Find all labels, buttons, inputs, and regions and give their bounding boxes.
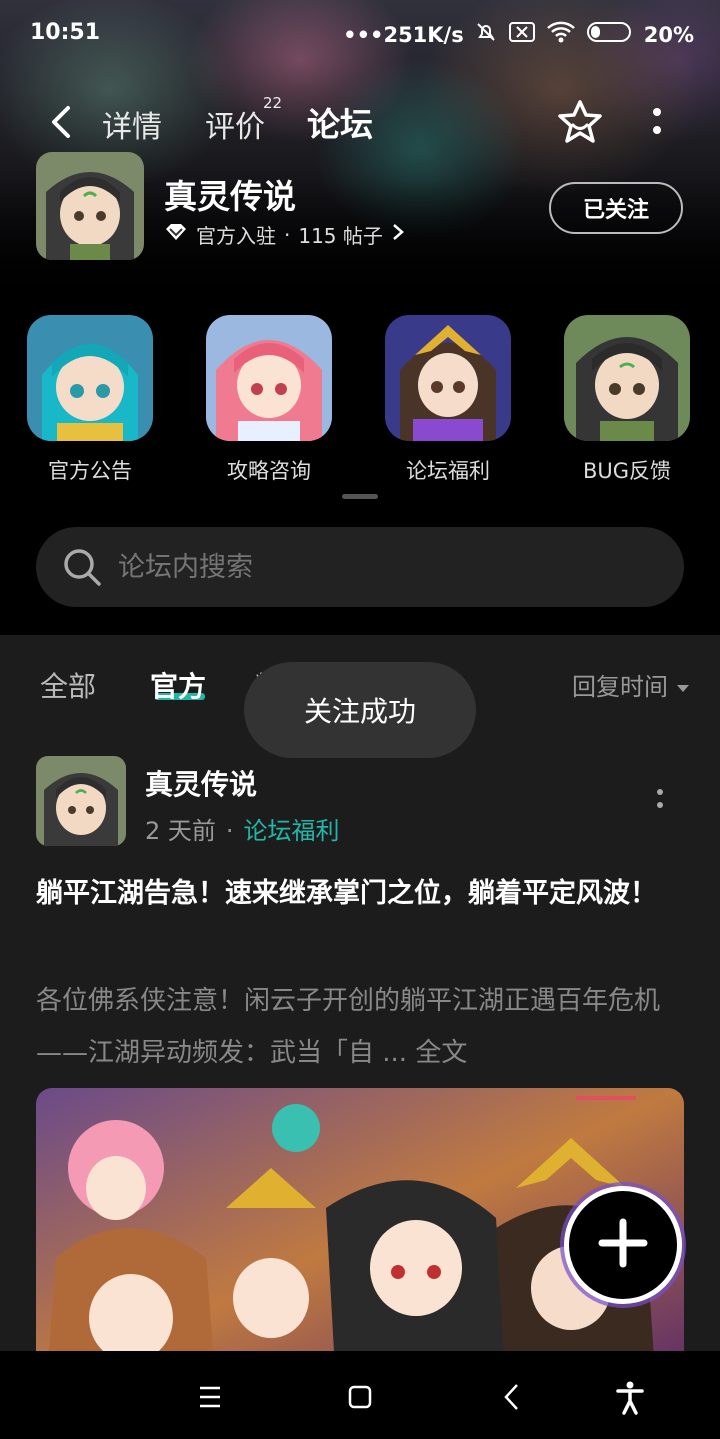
tab-reviews[interactable]: 评价 — [205, 102, 265, 146]
post-body[interactable]: 各位佛系侠注意！闲云子开创的躺平江湖正遇百年危机——江湖异动频发：武当「自 ..… — [36, 975, 686, 1079]
diamond-icon — [164, 222, 188, 247]
category-image — [564, 315, 690, 441]
category-image — [385, 315, 511, 441]
chevron-right-icon — [391, 222, 405, 247]
follow-success-toast: 关注成功 — [244, 662, 476, 758]
more-vertical-icon[interactable] — [642, 106, 672, 142]
more-vertical-icon[interactable] — [650, 787, 670, 817]
plus-icon — [596, 1216, 650, 1274]
forum-meta[interactable]: 官方入驻 · 115 帖子 — [164, 220, 405, 249]
wifi-icon — [546, 20, 576, 49]
category-label: 官方公告 — [48, 459, 132, 483]
reviews-count-badge: 22 — [263, 94, 283, 112]
full-text-link[interactable]: 全文 — [415, 1038, 467, 1068]
search-input[interactable] — [118, 551, 638, 583]
post-excerpt: 各位佛系侠注意！闲云子开创的躺平江湖正遇百年危机——江湖异动频发：武当「自 ..… — [36, 986, 661, 1068]
filter-tab-all[interactable]: 全部 — [40, 665, 96, 705]
tab-details[interactable]: 详情 — [102, 102, 162, 146]
mute-bell-icon — [474, 20, 498, 49]
create-post-button[interactable] — [564, 1186, 682, 1304]
post-title[interactable]: 躺平江湖告急！速来继承掌门之位，躺着平定风波！ — [36, 867, 686, 920]
category-bug-report[interactable]: BUG反馈 — [563, 315, 691, 485]
search-icon — [60, 545, 104, 589]
no-sim-icon — [508, 21, 536, 48]
post-board-link[interactable]: 论坛福利 — [244, 817, 340, 845]
home-square-icon[interactable] — [340, 1377, 380, 1417]
star-icon[interactable] — [555, 98, 605, 148]
category-label: BUG反馈 — [582, 459, 672, 483]
back-icon[interactable] — [44, 102, 84, 142]
network-speed: •••251K/s — [343, 22, 464, 47]
post-meta: 2 天前 · 论坛福利 — [145, 811, 340, 846]
category-label: 论坛福利 — [406, 459, 490, 483]
menu-icon[interactable] — [190, 1377, 230, 1417]
status-bar: 10:51 •••251K/s 20% — [0, 0, 720, 70]
status-time: 10:51 — [30, 20, 101, 45]
meta-separator: · — [284, 222, 291, 247]
dropdown-arrow-icon — [676, 671, 690, 699]
search-bar[interactable] — [36, 527, 684, 607]
category-official-announcement[interactable]: 官方公告 — [26, 315, 154, 485]
category-pager-indicator — [342, 494, 378, 499]
meta-separator: · — [225, 817, 234, 845]
category-strategy[interactable]: 攻略咨询 — [205, 315, 333, 485]
official-label: 官方入驻 — [196, 224, 276, 248]
post-time: 2 天前 — [145, 817, 216, 845]
forum-avatar[interactable] — [36, 152, 144, 260]
category-forum-welfare[interactable]: 论坛福利 — [384, 315, 512, 485]
accessibility-icon[interactable] — [610, 1377, 650, 1417]
forum-name: 真灵传说 — [164, 177, 296, 216]
battery-percent: 20% — [643, 22, 694, 47]
sort-label: 回复时间 — [572, 673, 668, 701]
back-triangle-icon[interactable] — [492, 1377, 532, 1417]
post-count: 115 帖子 — [298, 224, 383, 248]
tab-forum[interactable]: 论坛 — [307, 98, 373, 146]
category-label: 攻略咨询 — [227, 459, 311, 483]
status-icons: •••251K/s 20% — [343, 20, 694, 49]
top-nav: 详情 评价 22 论坛 — [0, 92, 720, 156]
sort-dropdown[interactable]: 回复时间 — [572, 667, 690, 702]
post-author-name[interactable]: 真灵传说 — [145, 763, 257, 803]
category-image — [27, 315, 153, 441]
category-image — [206, 315, 332, 441]
battery-icon — [586, 20, 634, 49]
filter-tab-official[interactable]: 官方 — [150, 665, 206, 705]
follow-button[interactable]: 已关注 — [549, 182, 683, 234]
system-navigation-bar — [0, 1351, 720, 1439]
post-author-avatar[interactable] — [36, 756, 126, 846]
